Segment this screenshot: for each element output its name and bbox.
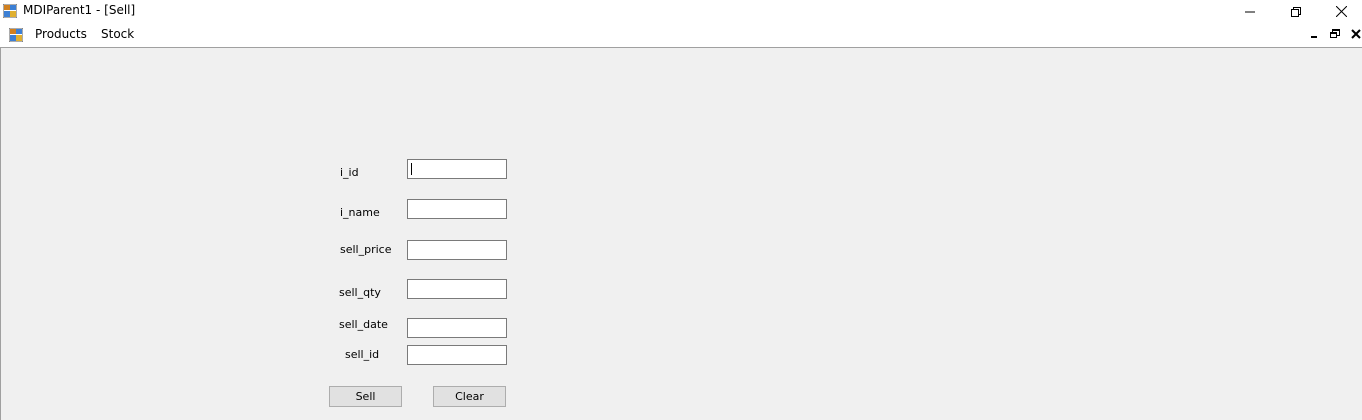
menu-stock[interactable]: Stock [101,27,134,41]
close-button[interactable] [1318,0,1362,23]
sell-price-input[interactable] [407,240,507,260]
sell-qty-input[interactable] [407,279,507,299]
menu-products[interactable]: Products [35,27,87,41]
close-icon [1335,6,1347,17]
i-id-label: i_id [340,166,359,179]
mdi-client-area: i_id i_name sell_price sell_qty sell_dat… [0,47,1362,420]
sell-date-input[interactable] [407,318,507,338]
restore-icon [1291,6,1301,17]
sell-id-input[interactable] [407,345,507,365]
clear-button[interactable]: Clear [433,386,506,407]
child-close-icon[interactable] [1351,29,1361,39]
i-name-input[interactable] [407,199,507,219]
sell-price-label: sell_price [340,243,392,256]
window-title: MDIParent1 - [Sell] [23,3,136,17]
i-id-input[interactable] [407,159,507,179]
i-name-label: i_name [340,206,380,219]
menu-bar: Products Stock [0,23,1362,47]
title-bar[interactable]: MDIParent1 - [Sell] [0,0,1362,23]
minimize-button[interactable] [1227,0,1273,23]
sell-id-label: sell_id [345,348,380,361]
child-form-icon[interactable] [9,28,23,42]
restore-button[interactable] [1273,0,1319,23]
child-minimize-icon[interactable] [1310,29,1320,39]
sell-qty-label: sell_qty [339,286,381,299]
minimize-icon [1245,11,1255,12]
sell-button[interactable]: Sell [329,386,402,407]
mdi-parent-window: MDIParent1 - [Sell] Products Stock i_id … [0,0,1362,420]
sell-date-label: sell_date [339,318,388,331]
text-caret [411,163,412,175]
child-restore-icon[interactable] [1330,29,1340,39]
app-icon [3,4,17,18]
